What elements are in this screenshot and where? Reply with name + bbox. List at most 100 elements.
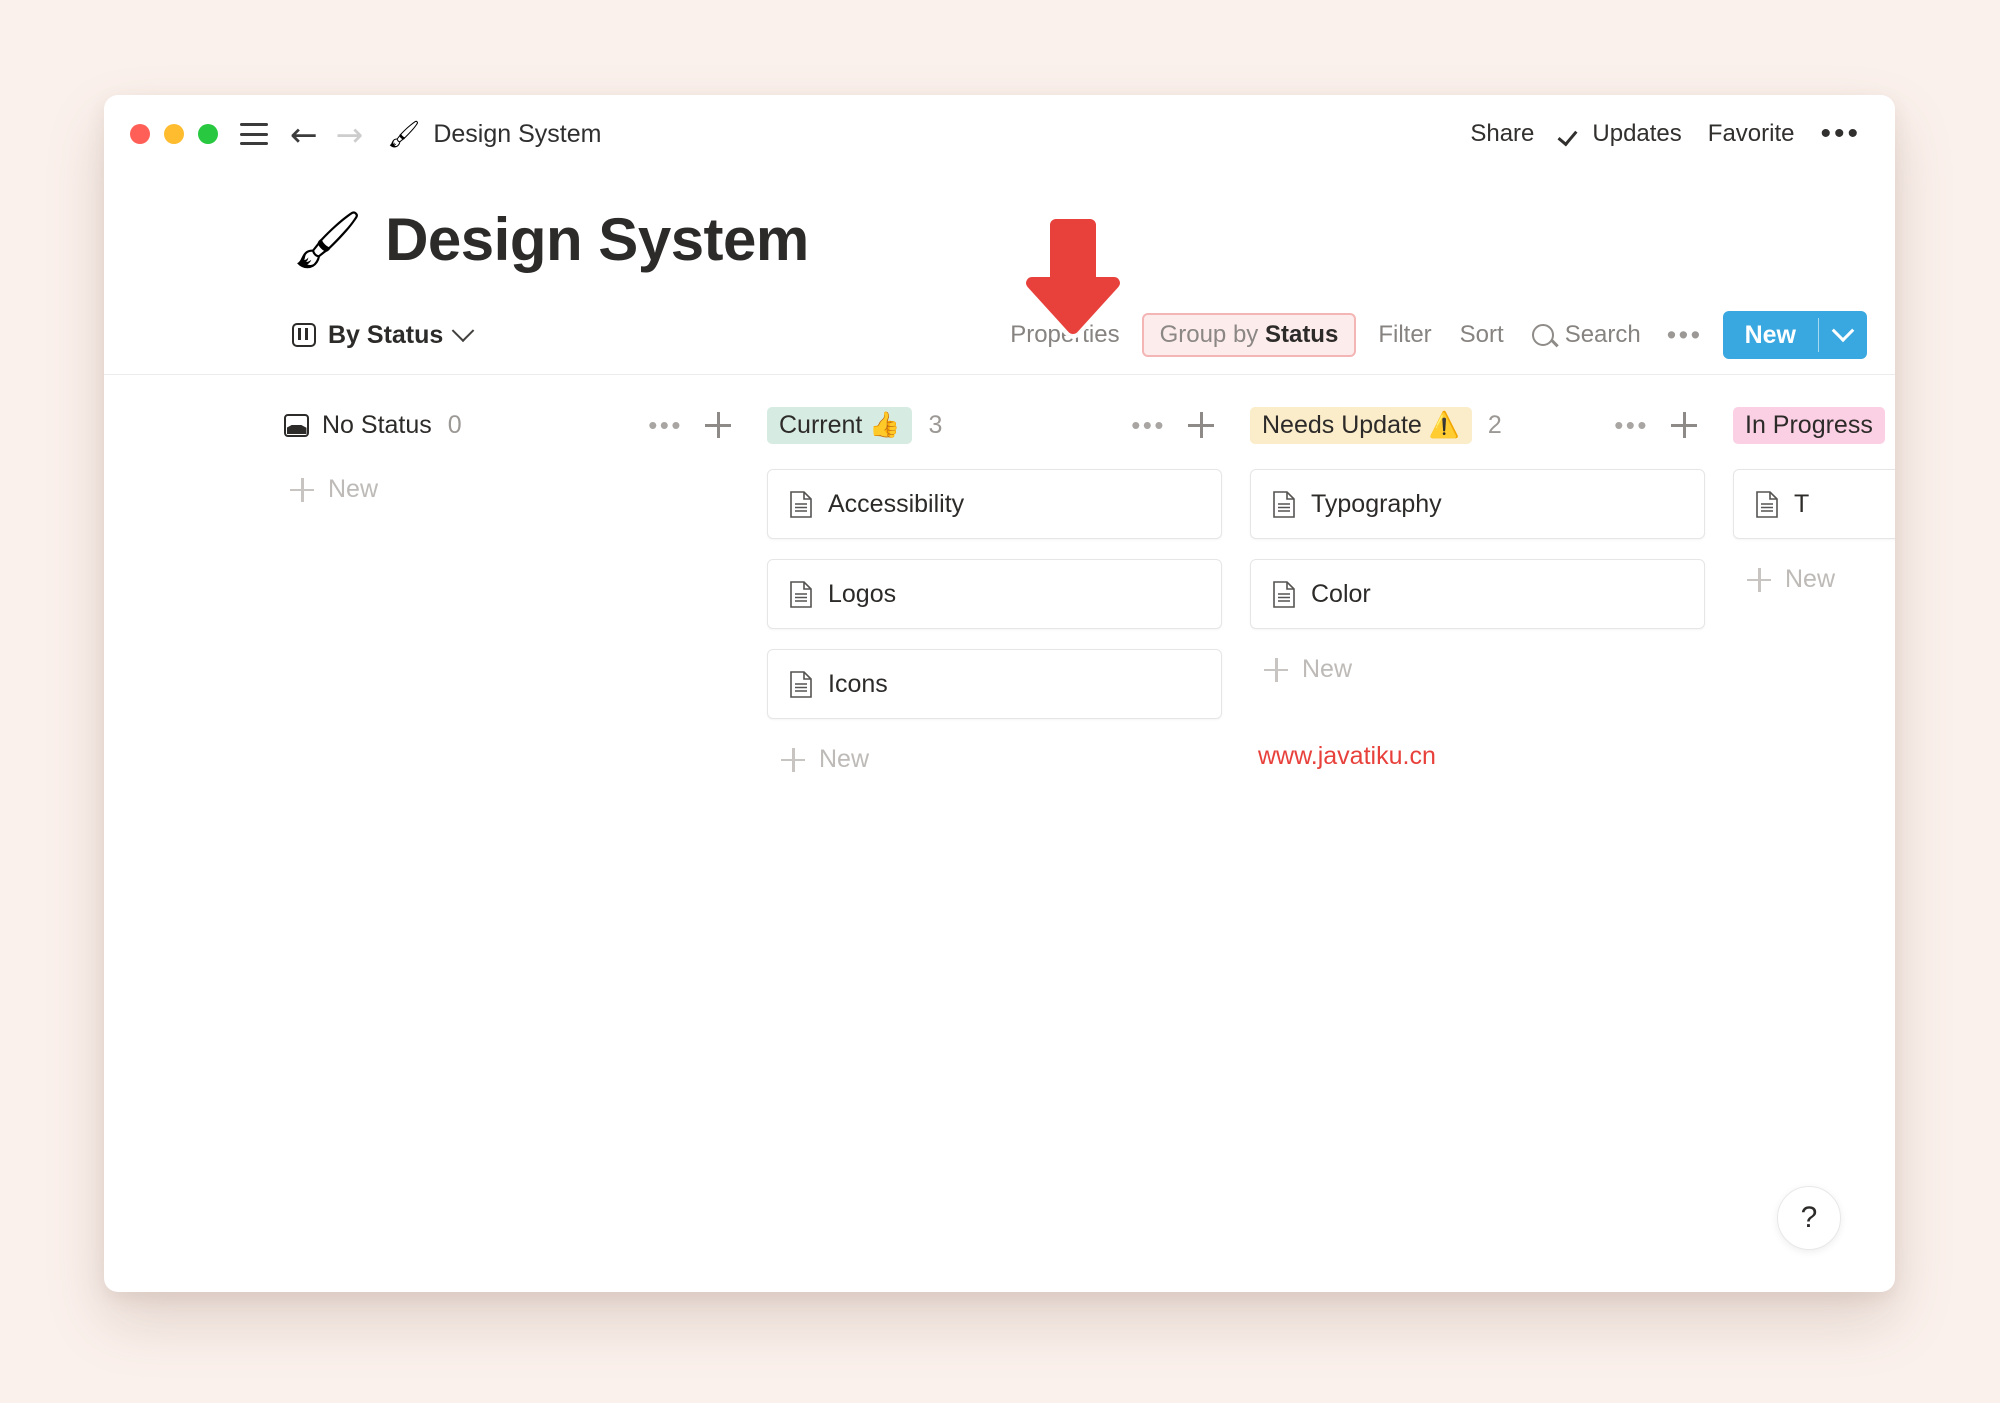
close-button[interactable] [130,124,150,144]
toolbar-more-icon[interactable]: ••• [1655,331,1717,339]
add-new-card-label: New [328,475,378,504]
card[interactable]: Color [1250,559,1705,629]
help-button[interactable]: ? [1777,1186,1841,1250]
share-button[interactable]: Share [1470,120,1534,148]
card-title: Color [1311,580,1371,609]
breadcrumb[interactable]: 🖌 Design System [387,120,601,149]
group-by-button[interactable]: Group by Status [1142,313,1357,357]
page-icon [1273,581,1295,608]
add-new-card-button[interactable]: New [1258,649,1360,690]
column-header: Needs Update ⚠️ 2 ••• [1250,403,1705,447]
column-body: Accessibility Logos Icons New [767,469,1222,780]
filter-button[interactable]: Filter [1364,313,1445,357]
favorite-button[interactable]: Favorite [1708,120,1795,148]
app-window: ← → 🖌 Design System Share Updates Favori… [104,95,1895,1292]
kanban-board: No Status 0 ••• New Current 👍 3 [104,375,1895,780]
new-button[interactable]: New [1723,311,1818,359]
plus-icon [781,748,805,772]
plus-icon [1264,658,1288,682]
paintbrush-icon: 🖌 [387,121,420,147]
view-tab-label: By Status [328,321,443,350]
add-new-card-button[interactable]: New [1741,559,1843,600]
card[interactable]: Accessibility [767,469,1222,539]
add-new-card-button[interactable]: New [775,739,877,780]
toolbar-actions: Properties Group by Status Filter Sort S… [996,304,1867,366]
hamburger-icon[interactable] [240,123,268,145]
column-actions: ••• [1614,412,1697,438]
column-more-icon[interactable]: ••• [1614,421,1649,429]
check-icon [1560,123,1582,145]
card[interactable]: Typography [1250,469,1705,539]
updates-label: Updates [1592,120,1681,148]
chevron-down-icon[interactable] [452,319,475,342]
board-icon [292,323,316,347]
column-title[interactable]: No Status [284,411,432,440]
column-actions: ••• [1131,412,1214,438]
board-column-no-status: No Status 0 ••• New [284,403,767,510]
column-title[interactable]: Needs Update ⚠️ [1250,407,1472,444]
page-icon [1273,491,1295,518]
page-icon [1756,491,1778,518]
updates-button[interactable]: Updates [1560,120,1681,148]
card-title: T [1794,490,1809,519]
card[interactable]: Logos [767,559,1222,629]
card-title: Logos [828,580,896,609]
group-by-prefix: Group by [1160,321,1265,348]
column-body: Typography Color New [1250,469,1705,690]
traffic-lights [130,124,218,144]
new-button-group: New [1723,311,1867,359]
board-column-in-progress: In Progress T New [1733,403,1895,600]
card-title: Icons [828,670,888,699]
add-new-card-button[interactable]: New [284,469,386,510]
page-icon [790,671,812,698]
sort-button[interactable]: Sort [1446,313,1518,357]
search-label: Search [1565,321,1641,349]
page-title: Design System [385,205,809,274]
column-add-icon[interactable] [1188,412,1214,438]
new-button-dropdown[interactable] [1819,311,1867,359]
column-more-icon[interactable]: ••• [1131,421,1166,429]
view-toolbar: By Status Properties Group by Status Fil… [104,304,1895,366]
card[interactable]: Icons [767,649,1222,719]
page-icon [790,581,812,608]
properties-button[interactable]: Properties [996,313,1133,357]
column-body: T New [1733,469,1895,600]
arrow-right-icon[interactable]: → [336,118,364,151]
column-add-icon[interactable] [705,412,731,438]
add-new-card-label: New [1785,565,1835,594]
add-new-card-label: New [1302,655,1352,684]
column-header: In Progress [1733,403,1895,447]
column-header: No Status 0 ••• [284,403,739,447]
column-count: 2 [1488,411,1502,440]
column-header: Current 👍 3 ••• [767,403,1222,447]
column-title[interactable]: Current 👍 [767,407,912,444]
column-body: New [284,469,739,510]
page-icon [790,491,812,518]
column-title[interactable]: In Progress [1733,407,1885,444]
tray-icon [284,414,309,437]
breadcrumb-label: Design System [433,120,601,149]
plus-icon [290,478,314,502]
search-button[interactable]: Search [1518,313,1655,357]
search-icon [1532,324,1554,346]
column-count: 0 [448,411,462,440]
card-title: Accessibility [828,490,964,519]
arrow-left-icon[interactable]: ← [290,118,318,151]
add-new-card-label: New [819,745,869,774]
more-options-icon[interactable]: ••• [1820,129,1861,139]
minimize-button[interactable] [164,124,184,144]
titlebar: ← → 🖌 Design System Share Updates Favori… [104,95,1895,173]
column-more-icon[interactable]: ••• [648,421,683,429]
column-add-icon[interactable] [1671,412,1697,438]
card[interactable]: T [1733,469,1895,539]
maximize-button[interactable] [198,124,218,144]
card-title: Typography [1311,490,1442,519]
page-emoji-icon[interactable]: 🖌 [292,212,363,268]
titlebar-actions: Share Updates Favorite ••• [1470,95,1861,173]
group-by-value: Status [1265,321,1338,348]
view-tab-by-status[interactable]: By Status [292,321,471,350]
board-column-current: Current 👍 3 ••• Accessibility [767,403,1250,780]
plus-icon [1747,568,1771,592]
board-column-needs-update: Needs Update ⚠️ 2 ••• Typography [1250,403,1733,690]
page-title-row: 🖌 Design System [104,173,1895,274]
